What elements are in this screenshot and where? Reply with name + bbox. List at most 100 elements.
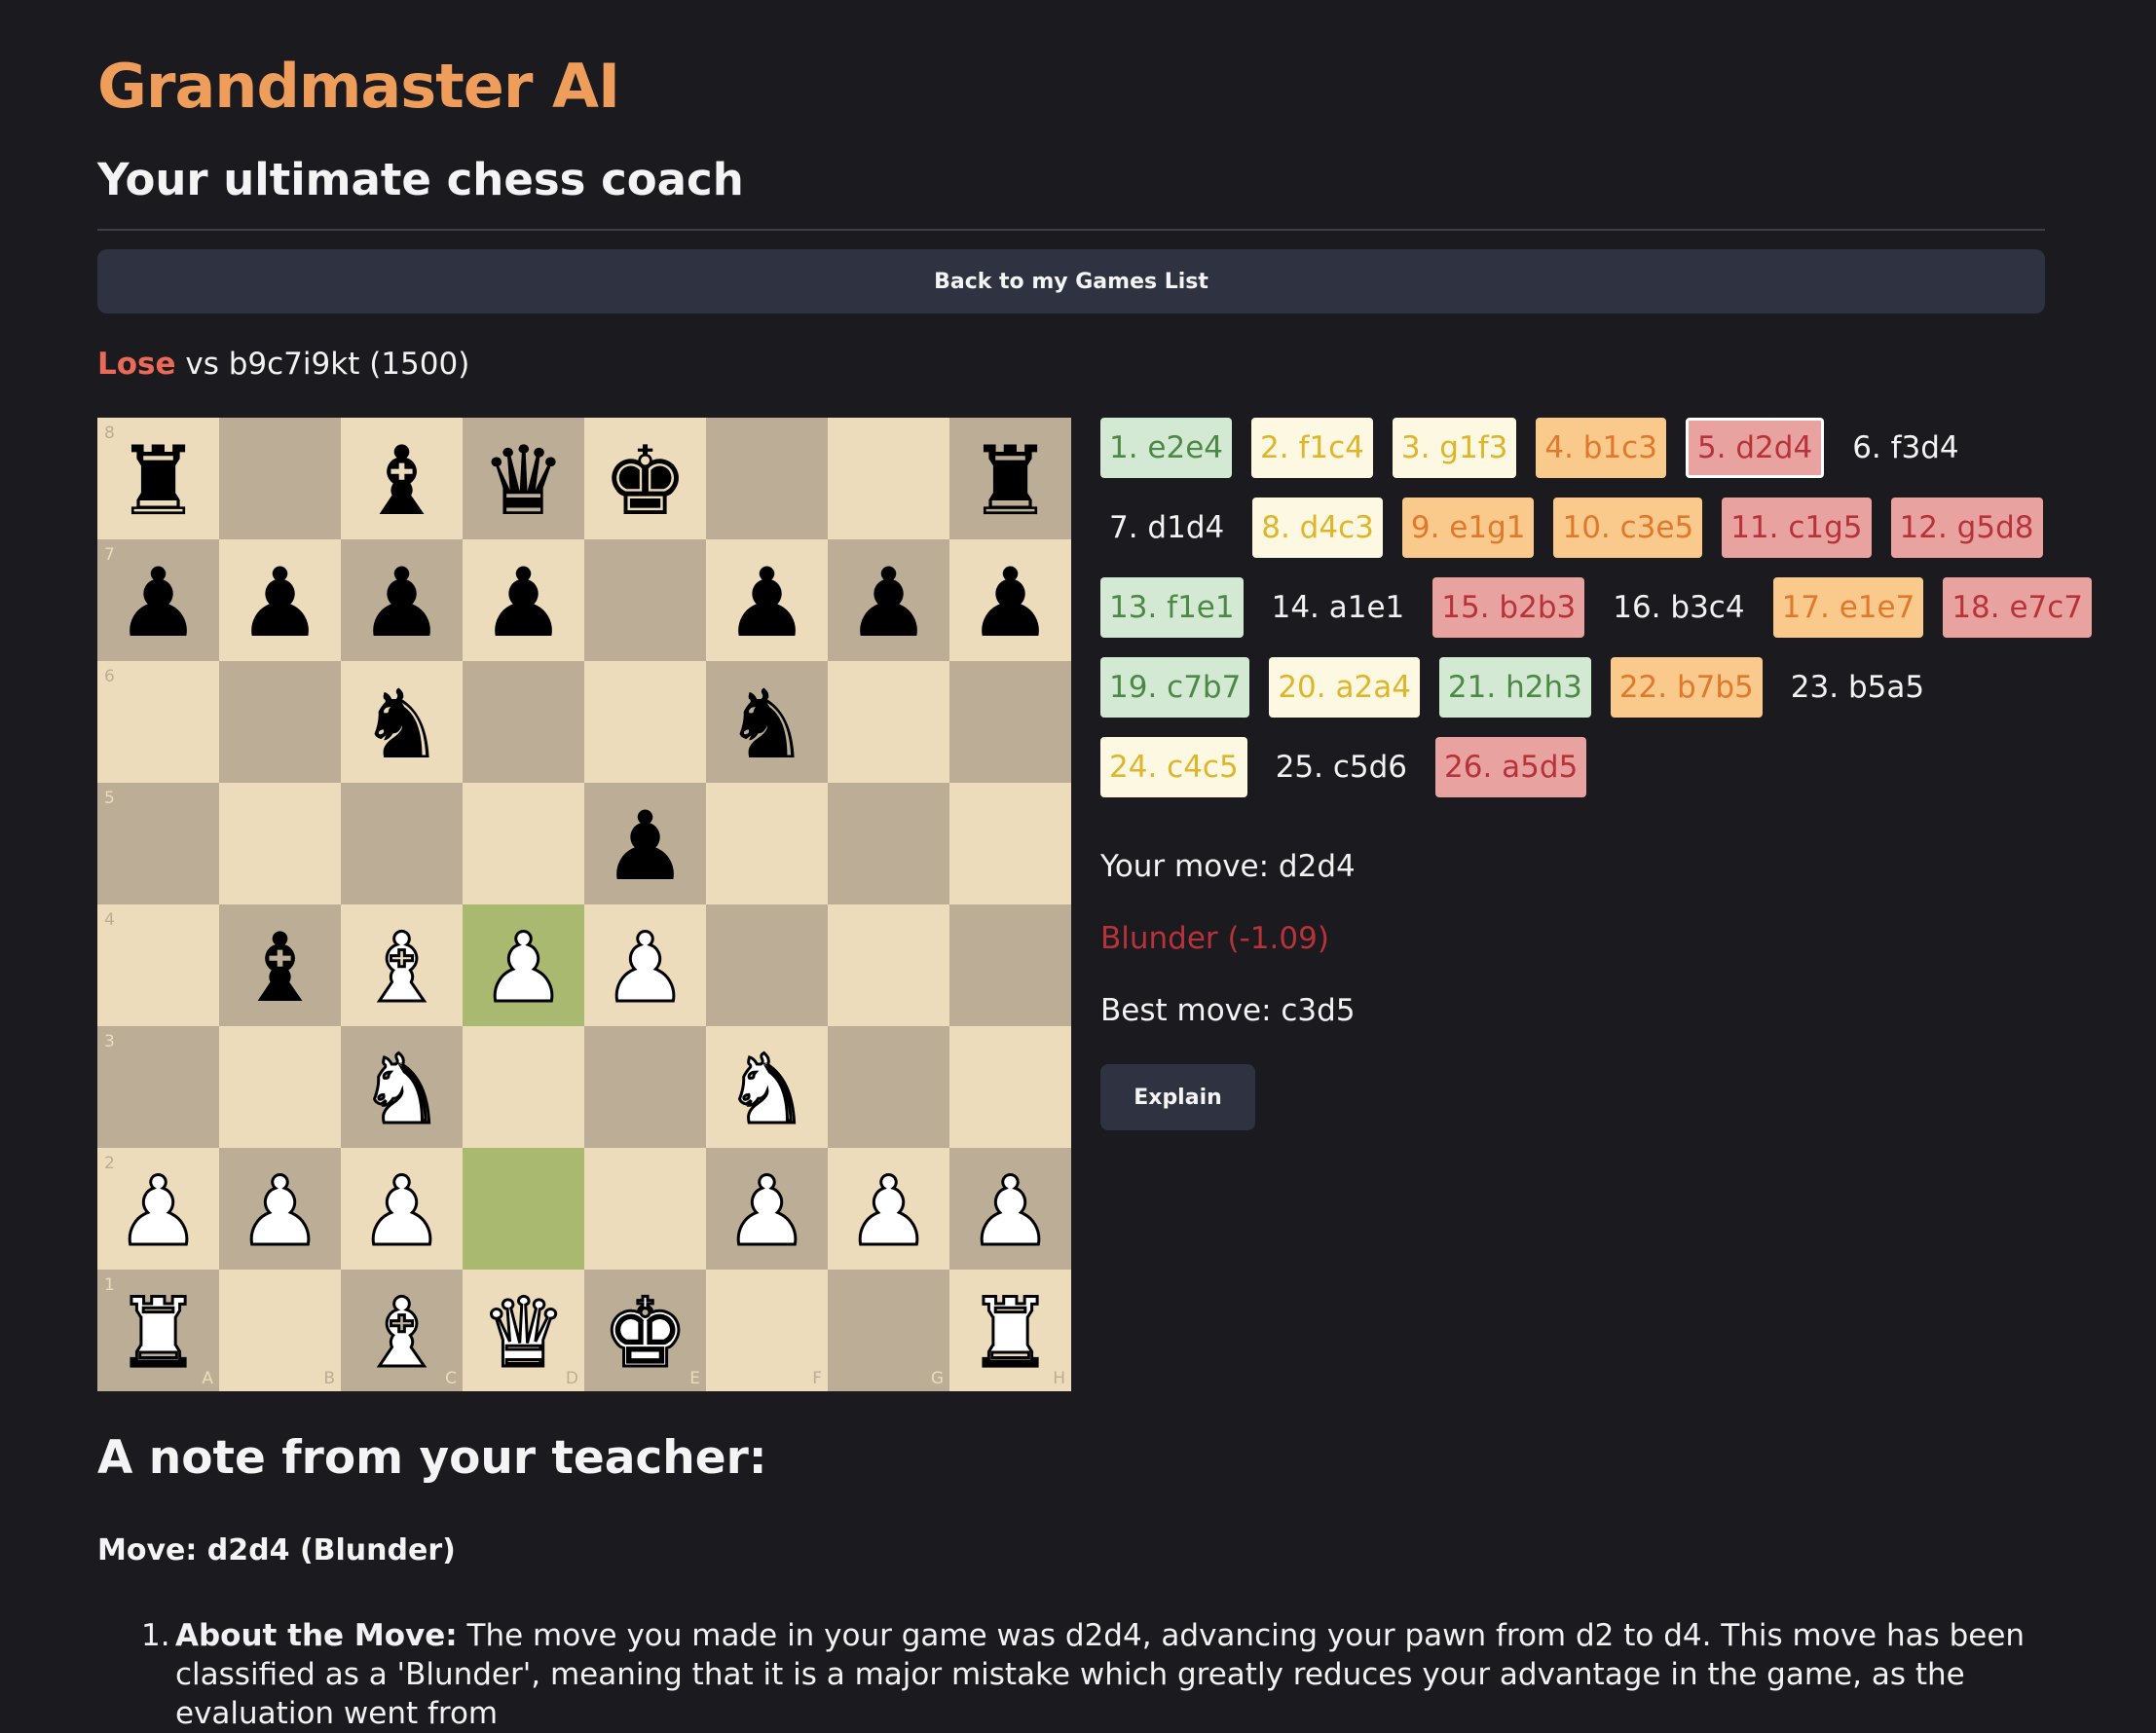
black-rook-icon[interactable]: ♜ (968, 434, 1054, 530)
square-b4[interactable]: ♝ (219, 904, 341, 1026)
square-f4[interactable] (706, 904, 828, 1026)
black-king-icon[interactable]: ♚ (603, 434, 688, 530)
square-g2[interactable]: ♟ (828, 1148, 949, 1270)
square-f8[interactable] (706, 418, 828, 539)
white-bishop-icon[interactable]: ♝ (357, 919, 446, 1017)
square-h5[interactable] (949, 783, 1071, 904)
square-b8[interactable] (219, 418, 341, 539)
white-knight-icon[interactable]: ♞ (357, 1041, 446, 1139)
black-knight-icon[interactable]: ♞ (359, 678, 445, 773)
square-a5[interactable]: 5 (97, 783, 219, 904)
square-f5[interactable] (706, 783, 828, 904)
black-bishop-icon[interactable]: ♝ (238, 921, 323, 1016)
square-a7[interactable]: 7 ♟ (97, 539, 219, 661)
white-rook-icon[interactable]: ♜ (114, 1284, 203, 1383)
move-chip[interactable]: 6. f3d4 (1843, 418, 1967, 478)
square-h2[interactable]: ♟ (949, 1148, 1071, 1270)
square-b3[interactable] (219, 1026, 341, 1148)
black-knight-icon[interactable]: ♞ (725, 678, 810, 773)
square-d2[interactable] (463, 1148, 584, 1270)
black-pawn-icon[interactable]: ♟ (725, 556, 810, 651)
white-pawn-icon[interactable]: ♟ (601, 919, 689, 1017)
square-b5[interactable] (219, 783, 341, 904)
square-g5[interactable] (828, 783, 949, 904)
square-e4[interactable]: ♟ (584, 904, 706, 1026)
chess-board[interactable]: 8 ♜ ♝ ♛ ♚ ♜ 7 ♟ ♟ ♟ ♟ ♟ ♟ ♟ 6 ♞ ♞ 5 ♟ 4 ♝ ♝ ♟ ♟ 3 ♞ ♞ 2 ♟ ♟ ♟ ♟ ♟ ♟ 1 A ♜ B C ♝… (97, 418, 1071, 1391)
square-e2[interactable] (584, 1148, 706, 1270)
square-c3[interactable]: ♞ (341, 1026, 463, 1148)
square-g3[interactable] (828, 1026, 949, 1148)
square-a6[interactable]: 6 (97, 661, 219, 783)
black-pawn-icon[interactable]: ♟ (481, 556, 567, 651)
square-c6[interactable]: ♞ (341, 661, 463, 783)
square-a2[interactable]: 2 ♟ (97, 1148, 219, 1270)
square-f7[interactable]: ♟ (706, 539, 828, 661)
white-pawn-icon[interactable]: ♟ (236, 1162, 324, 1261)
white-pawn-icon[interactable]: ♟ (479, 919, 568, 1017)
move-chip[interactable]: 15. b2b3 (1432, 577, 1585, 638)
white-knight-icon[interactable]: ♞ (723, 1041, 811, 1139)
square-e6[interactable] (584, 661, 706, 783)
move-chip[interactable]: 23. b5a5 (1782, 657, 1933, 718)
move-chip[interactable]: 7. d1d4 (1100, 498, 1233, 558)
square-f1[interactable]: F (706, 1270, 828, 1391)
square-e3[interactable] (584, 1026, 706, 1148)
square-b1[interactable]: B (219, 1270, 341, 1391)
black-pawn-icon[interactable]: ♟ (968, 556, 1054, 651)
square-h3[interactable] (949, 1026, 1071, 1148)
square-g7[interactable]: ♟ (828, 539, 949, 661)
move-chip[interactable]: 22. b7b5 (1610, 657, 1763, 718)
square-d8[interactable]: ♛ (463, 418, 584, 539)
square-b6[interactable] (219, 661, 341, 783)
move-chip[interactable]: 18. e7c7 (1943, 577, 2093, 638)
black-pawn-icon[interactable]: ♟ (116, 556, 202, 651)
white-pawn-icon[interactable]: ♟ (114, 1162, 203, 1261)
square-d6[interactable] (463, 661, 584, 783)
white-pawn-icon[interactable]: ♟ (844, 1162, 933, 1261)
square-d1[interactable]: D ♛ (463, 1270, 584, 1391)
white-pawn-icon[interactable]: ♟ (723, 1162, 811, 1261)
move-chip[interactable]: 5. d2d4 (1685, 418, 1825, 478)
black-pawn-icon[interactable]: ♟ (359, 556, 445, 651)
square-e5[interactable]: ♟ (584, 783, 706, 904)
square-c7[interactable]: ♟ (341, 539, 463, 661)
black-rook-icon[interactable]: ♜ (116, 434, 202, 530)
move-chip[interactable]: 26. a5d5 (1435, 737, 1587, 797)
square-c8[interactable]: ♝ (341, 418, 463, 539)
square-c5[interactable] (341, 783, 463, 904)
move-chip[interactable]: 11. c1g5 (1722, 498, 1872, 558)
square-b2[interactable]: ♟ (219, 1148, 341, 1270)
white-king-icon[interactable]: ♚ (601, 1284, 689, 1383)
move-chip[interactable]: 17. e1e7 (1772, 577, 1924, 638)
square-f2[interactable]: ♟ (706, 1148, 828, 1270)
square-c1[interactable]: C ♝ (341, 1270, 463, 1391)
move-chip[interactable]: 10. c3e5 (1553, 498, 1703, 558)
square-f3[interactable]: ♞ (706, 1026, 828, 1148)
square-g4[interactable] (828, 904, 949, 1026)
back-to-games-button[interactable]: Back to my Games List (97, 249, 2045, 313)
move-chip[interactable]: 14. a1e1 (1263, 577, 1414, 638)
black-bishop-icon[interactable]: ♝ (359, 434, 445, 530)
square-e1[interactable]: E ♚ (584, 1270, 706, 1391)
square-a3[interactable]: 3 (97, 1026, 219, 1148)
square-h1[interactable]: H ♜ (949, 1270, 1071, 1391)
move-chip[interactable]: 8. d4c3 (1252, 498, 1383, 558)
square-h6[interactable] (949, 661, 1071, 783)
move-chip[interactable]: 12. g5d8 (1890, 498, 2043, 558)
move-chip[interactable]: 13. f1e1 (1100, 577, 1244, 638)
square-d7[interactable]: ♟ (463, 539, 584, 661)
explain-button[interactable]: Explain (1100, 1064, 1255, 1130)
move-chip[interactable]: 16. b3c4 (1604, 577, 1753, 638)
square-h7[interactable]: ♟ (949, 539, 1071, 661)
white-rook-icon[interactable]: ♜ (966, 1284, 1055, 1383)
square-g8[interactable] (828, 418, 949, 539)
black-queen-icon[interactable]: ♛ (481, 434, 567, 530)
move-chip[interactable]: 4. b1c3 (1536, 418, 1666, 478)
square-g6[interactable] (828, 661, 949, 783)
square-a4[interactable]: 4 (97, 904, 219, 1026)
move-chip[interactable]: 21. h2h3 (1438, 657, 1591, 718)
square-a1[interactable]: 1 A ♜ (97, 1270, 219, 1391)
white-pawn-icon[interactable]: ♟ (357, 1162, 446, 1261)
square-d5[interactable] (463, 783, 584, 904)
square-d3[interactable] (463, 1026, 584, 1148)
